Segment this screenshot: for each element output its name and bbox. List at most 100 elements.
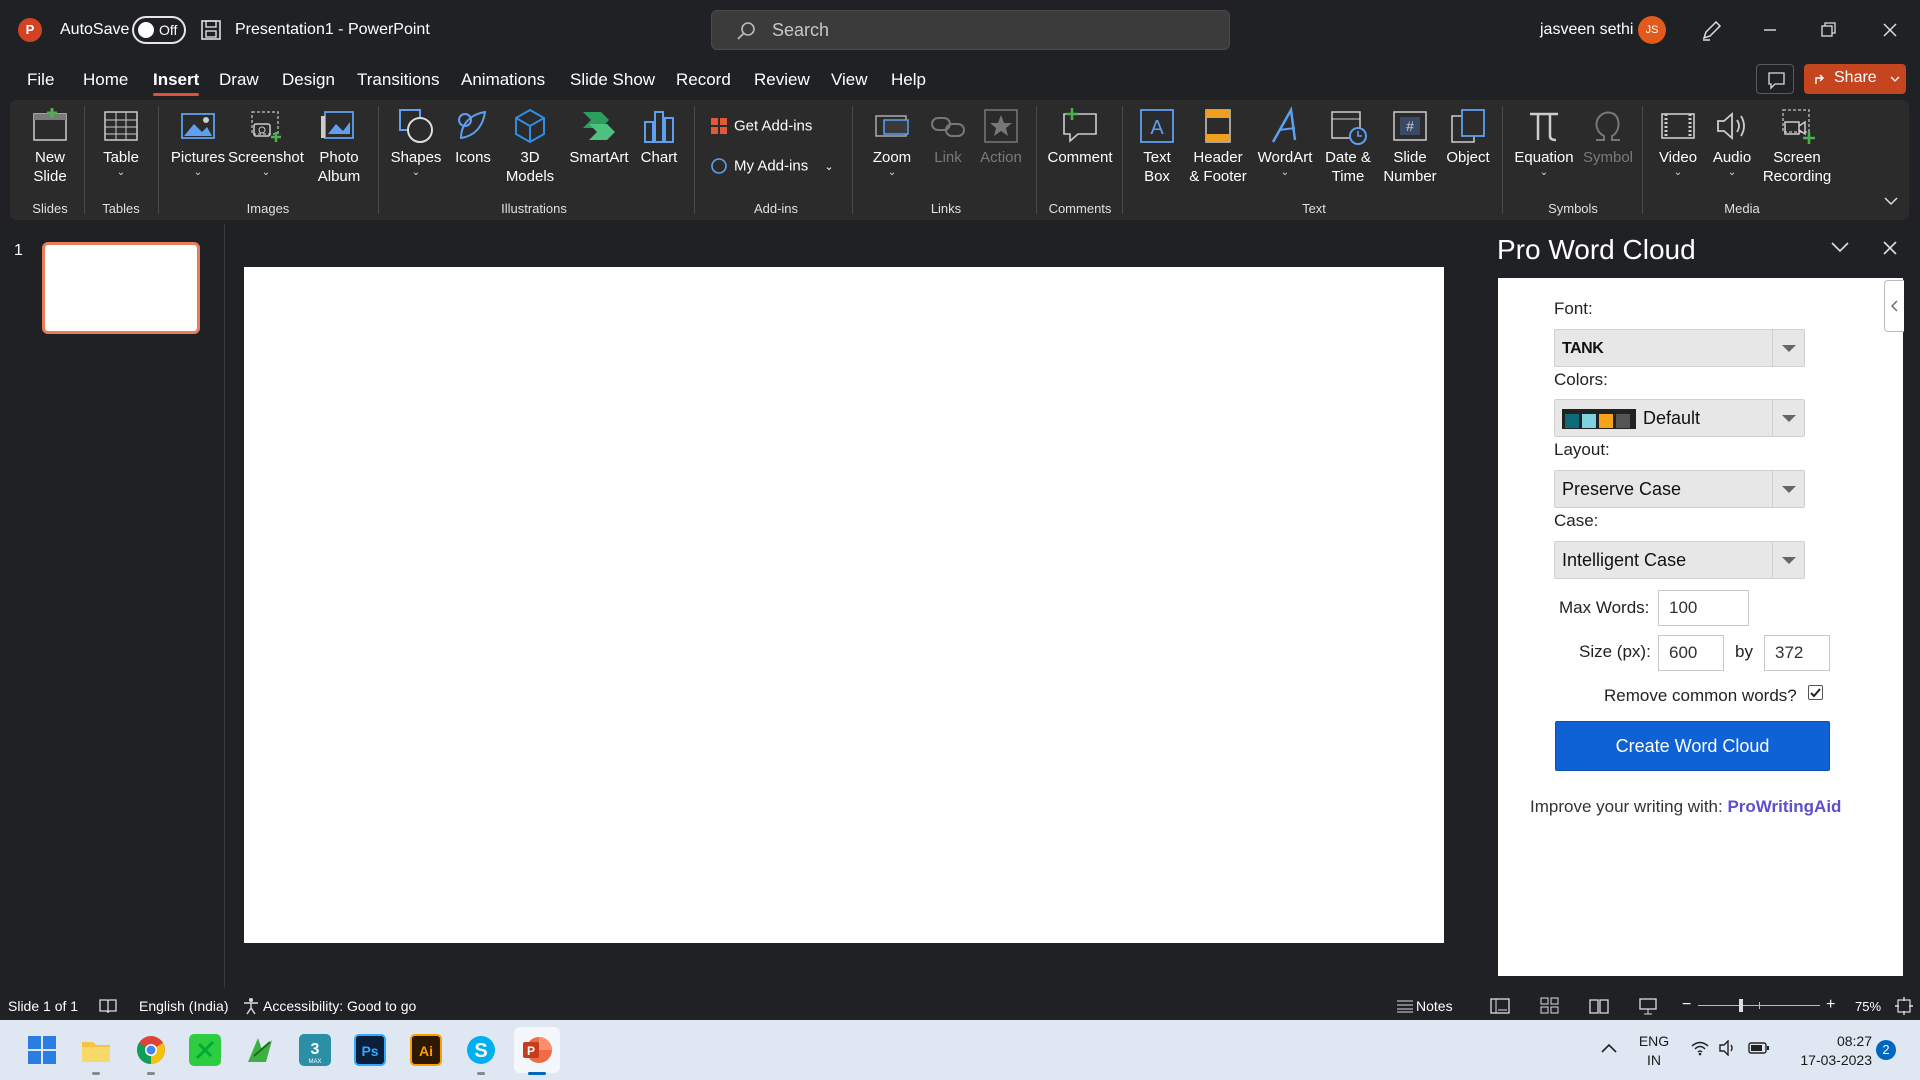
- comments-button[interactable]: [1756, 64, 1794, 94]
- equation-button[interactable]: Equation ⌄: [1510, 106, 1578, 179]
- tab-insert[interactable]: Insert: [153, 70, 199, 90]
- tab-design[interactable]: Design: [282, 70, 335, 90]
- battery-icon[interactable]: [1748, 1041, 1770, 1055]
- minimize-button[interactable]: [1754, 14, 1786, 46]
- tray-overflow-chevron-icon[interactable]: [1600, 1042, 1618, 1054]
- fit-to-window-icon[interactable]: [1894, 996, 1914, 1016]
- my-addins-button[interactable]: My Add-ins ⌄: [710, 156, 834, 178]
- volume-icon[interactable]: [1718, 1040, 1738, 1056]
- powerpoint-taskbar-icon[interactable]: P: [521, 1034, 553, 1066]
- audio-button[interactable]: Audio ⌄: [1706, 106, 1758, 179]
- 3d-models-button[interactable]: 3D Models: [500, 106, 560, 186]
- notes-icon[interactable]: [1396, 997, 1414, 1013]
- link-button[interactable]: Link: [926, 106, 970, 167]
- slide-thumbnail[interactable]: [42, 242, 200, 334]
- tab-review[interactable]: Review: [754, 70, 810, 90]
- smartart-button[interactable]: SmartArt: [566, 106, 632, 167]
- skype-icon[interactable]: S: [465, 1034, 497, 1066]
- save-icon[interactable]: [200, 19, 222, 41]
- user-name[interactable]: jasveen sethi: [1540, 21, 1633, 39]
- font-dropdown[interactable]: TANK: [1554, 329, 1805, 367]
- case-dropdown[interactable]: Intelligent Case: [1554, 541, 1805, 579]
- new-slide-button[interactable]: New Slide: [22, 106, 78, 186]
- table-button[interactable]: Table ⌄: [96, 106, 146, 179]
- slide-canvas[interactable]: [244, 267, 1444, 943]
- pictures-button[interactable]: Pictures ⌄: [168, 106, 228, 179]
- zoom-in-button[interactable]: +: [1826, 996, 1835, 1014]
- reading-view-icon[interactable]: [1589, 997, 1609, 1015]
- file-explorer-icon[interactable]: [80, 1034, 112, 1066]
- slide-number-button[interactable]: # Slide Number: [1380, 106, 1440, 186]
- share-button[interactable]: Share: [1804, 64, 1906, 94]
- tab-transitions[interactable]: Transitions: [357, 70, 440, 90]
- icons-button[interactable]: Icons: [450, 106, 496, 167]
- zoom-button[interactable]: Zoom ⌄: [864, 106, 920, 179]
- restore-button[interactable]: [1812, 14, 1844, 46]
- chrome-icon[interactable]: [135, 1034, 167, 1066]
- date-time-button[interactable]: Date & Time: [1320, 106, 1376, 186]
- tab-home[interactable]: Home: [83, 70, 128, 90]
- tab-slide-show[interactable]: Slide Show: [570, 70, 655, 90]
- pen-icon[interactable]: [1700, 18, 1724, 42]
- tab-draw[interactable]: Draw: [219, 70, 259, 90]
- search-box[interactable]: Search: [711, 10, 1230, 50]
- pane-close-icon[interactable]: [1882, 240, 1898, 256]
- object-button[interactable]: Object: [1440, 106, 1496, 167]
- size-width-input[interactable]: 600: [1658, 635, 1724, 671]
- screenshot-button[interactable]: Screenshot ⌄: [228, 106, 304, 179]
- zoom-level[interactable]: 75%: [1855, 999, 1881, 1014]
- zoom-slider[interactable]: [1698, 999, 1820, 1012]
- zoom-slider-thumb[interactable]: [1739, 999, 1743, 1012]
- tab-view[interactable]: View: [831, 70, 868, 90]
- zoom-out-button[interactable]: −: [1682, 996, 1691, 1014]
- spelling-book-icon[interactable]: [98, 997, 118, 1015]
- screen-recording-button[interactable]: Screen Recording: [1760, 106, 1834, 186]
- wordart-button[interactable]: WordArt ⌄: [1254, 106, 1316, 179]
- chart-button[interactable]: Chart: [636, 106, 682, 167]
- clock[interactable]: 08:27 17-03-2023: [1786, 1032, 1872, 1070]
- autosave-toggle[interactable]: Off: [132, 16, 186, 44]
- notes-button[interactable]: Notes: [1416, 998, 1453, 1014]
- colors-dropdown[interactable]: Default: [1554, 399, 1805, 437]
- input-language[interactable]: ENG IN: [1636, 1032, 1672, 1070]
- tab-file[interactable]: File: [27, 70, 54, 90]
- avatar[interactable]: JS: [1638, 16, 1666, 44]
- ribbon-collapse-icon[interactable]: [1884, 196, 1898, 206]
- tab-record[interactable]: Record: [676, 70, 731, 90]
- tab-animations[interactable]: Animations: [461, 70, 545, 90]
- video-button[interactable]: Video ⌄: [1650, 106, 1706, 179]
- get-addins-button[interactable]: Get Add-ins: [710, 116, 812, 138]
- tab-help[interactable]: Help: [891, 70, 926, 90]
- max-words-input[interactable]: 100: [1658, 590, 1749, 626]
- accessibility-icon[interactable]: [242, 997, 260, 1015]
- 3ds-max-icon[interactable]: 3 MAX: [299, 1034, 331, 1066]
- slideshow-view-icon[interactable]: [1638, 997, 1658, 1015]
- photoshop-icon[interactable]: Ps: [354, 1034, 386, 1066]
- green-app-icon[interactable]: [189, 1034, 221, 1066]
- notification-badge[interactable]: 2: [1876, 1040, 1896, 1060]
- slide-count[interactable]: Slide 1 of 1: [8, 998, 78, 1014]
- slide-sorter-icon[interactable]: [1540, 997, 1560, 1015]
- corel-app-icon[interactable]: [244, 1034, 276, 1066]
- text-box-button[interactable]: A Text Box: [1132, 106, 1182, 186]
- windows-start-icon[interactable]: [26, 1034, 58, 1066]
- photo-album-button[interactable]: Photo Album: [308, 106, 370, 186]
- normal-view-icon[interactable]: [1490, 997, 1510, 1015]
- pane-collapse-tab[interactable]: [1884, 280, 1904, 332]
- prowritingaid-link[interactable]: ProWritingAid: [1727, 797, 1841, 816]
- size-height-input[interactable]: 372: [1764, 635, 1830, 671]
- language-status[interactable]: English (India): [139, 998, 229, 1014]
- shapes-button[interactable]: Shapes ⌄: [386, 106, 446, 179]
- accessibility-status[interactable]: Accessibility: Good to go: [263, 998, 416, 1014]
- header-footer-button[interactable]: Header & Footer: [1186, 106, 1250, 186]
- close-window-button[interactable]: [1874, 14, 1906, 46]
- create-word-cloud-button[interactable]: Create Word Cloud: [1555, 721, 1830, 771]
- layout-dropdown[interactable]: Preserve Case: [1554, 470, 1805, 508]
- illustrator-icon[interactable]: Ai: [410, 1034, 442, 1066]
- comment-button[interactable]: Comment: [1042, 106, 1118, 167]
- action-button[interactable]: Action: [974, 106, 1028, 167]
- pane-options-chevron-icon[interactable]: [1830, 240, 1850, 254]
- remove-common-checkbox[interactable]: [1808, 685, 1823, 700]
- symbol-button[interactable]: Symbol: [1580, 106, 1636, 167]
- wifi-icon[interactable]: [1690, 1040, 1710, 1056]
